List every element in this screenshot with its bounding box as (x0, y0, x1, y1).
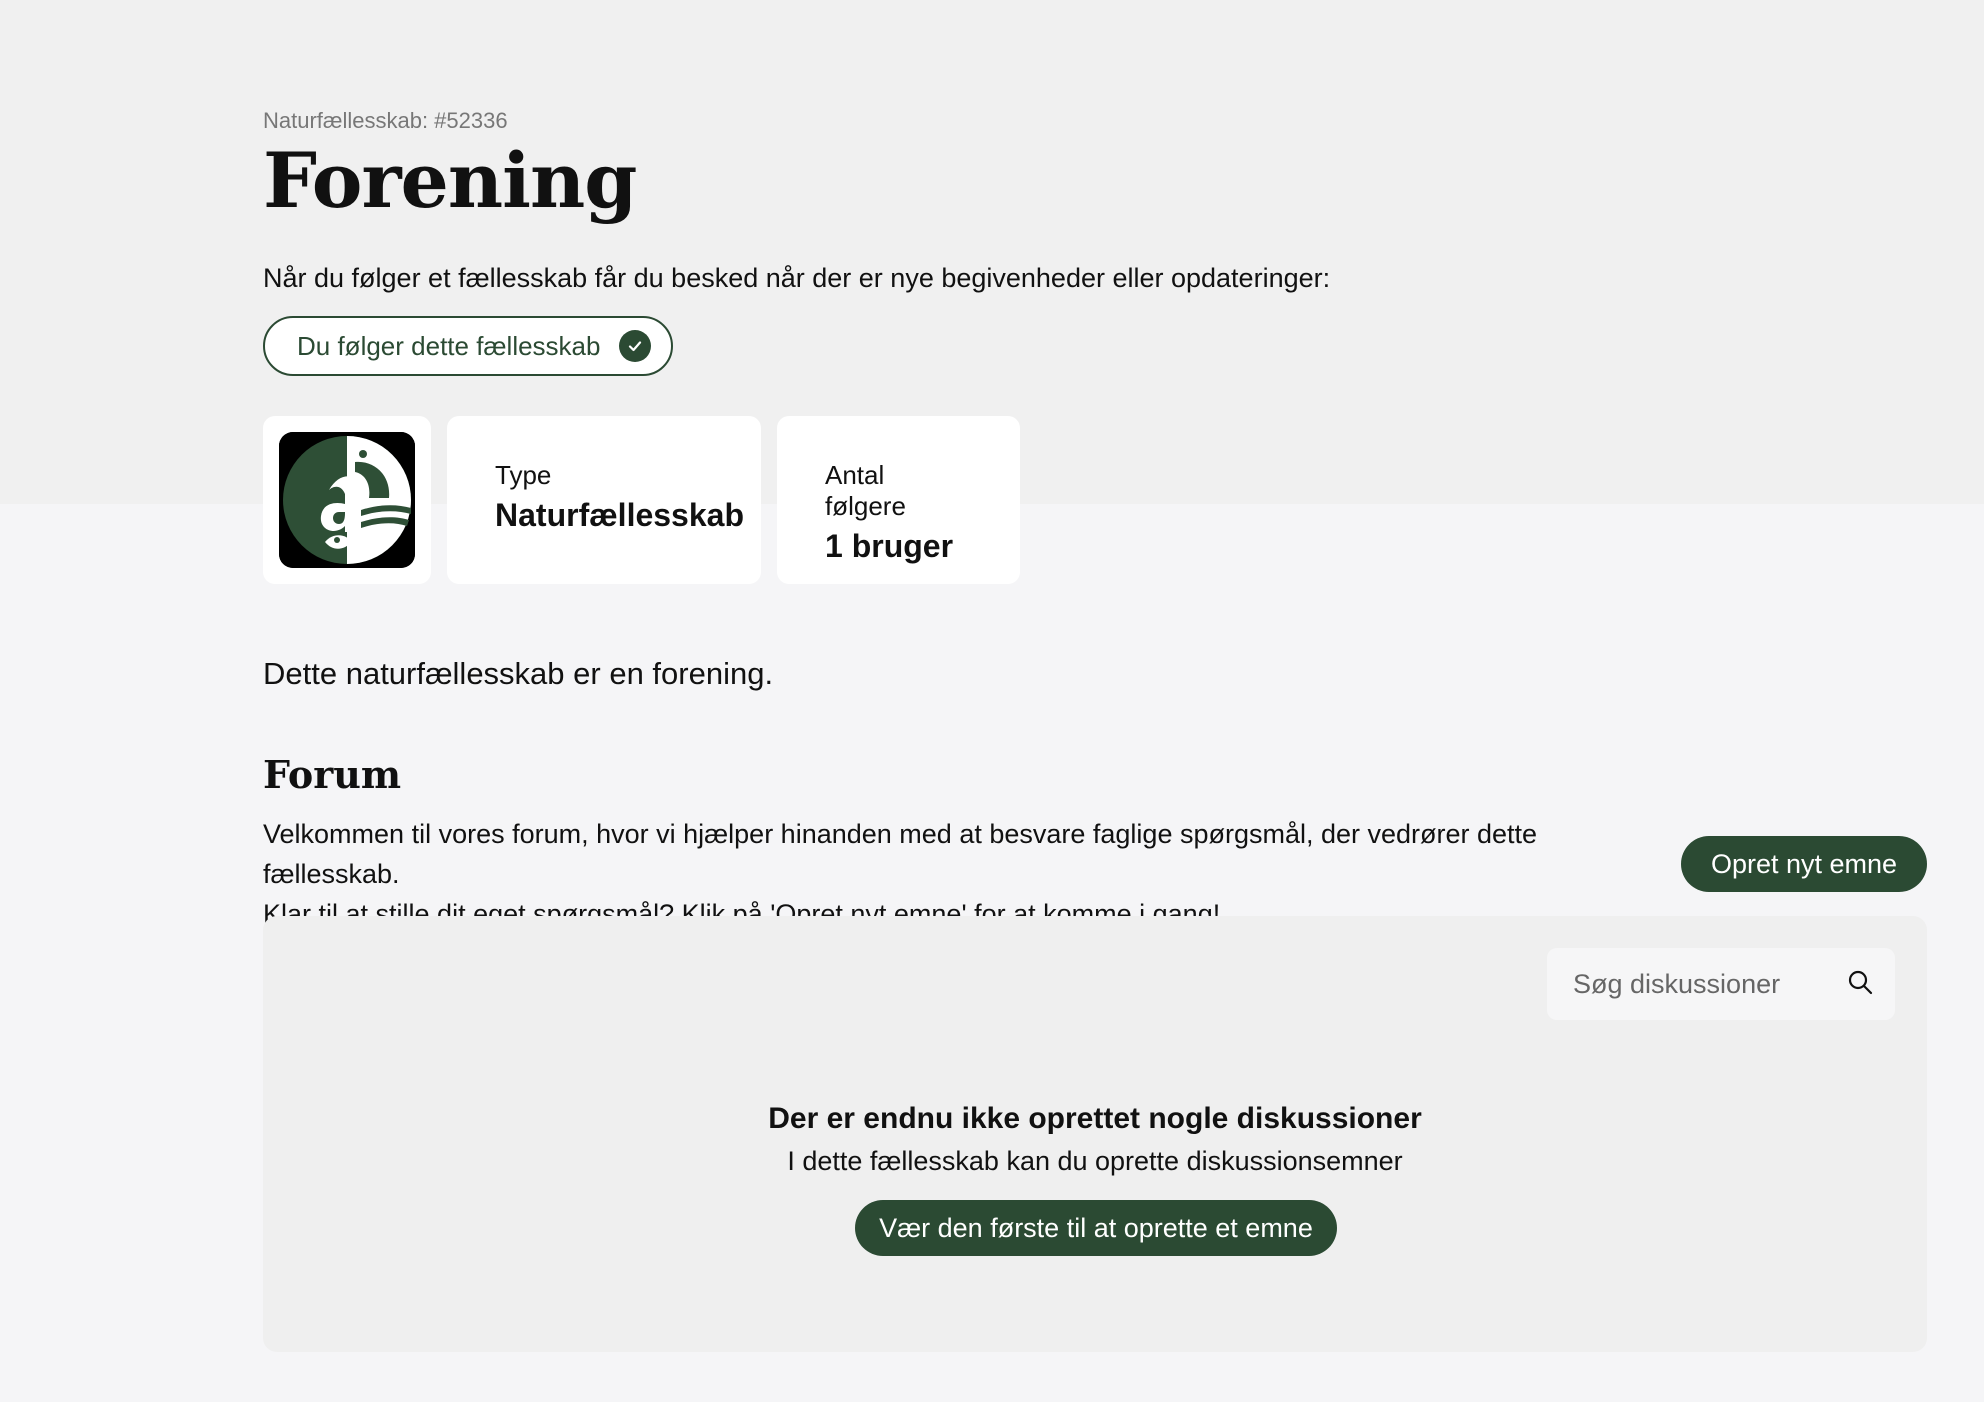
forum-intro-line-1: Velkommen til vores forum, hvor vi hjælp… (263, 819, 1538, 889)
type-label: Type (495, 460, 552, 490)
create-first-topic-button[interactable]: Vær den første til at oprette et emne (855, 1200, 1337, 1256)
forum-panel: Der er endnu ikke oprettet nogle diskuss… (263, 916, 1927, 1352)
follow-description: Når du følger et fællesskab får du beske… (263, 263, 1331, 293)
search-icon[interactable] (1847, 969, 1873, 1000)
breadcrumb: Naturfællesskab: #52336 (263, 108, 508, 133)
search-input[interactable] (1573, 968, 1833, 1000)
forum-title: Forum (263, 752, 402, 797)
page-title: Forening (263, 136, 637, 225)
new-topic-button[interactable]: Opret nyt emne (1681, 836, 1927, 892)
community-logo (279, 432, 415, 568)
type-card: Type Naturfællesskab (447, 416, 761, 584)
search-box[interactable] (1547, 948, 1895, 1020)
type-value: Naturfællesskab (495, 497, 744, 533)
info-cards: Type Naturfællesskab Antal følgere 1 bru… (263, 416, 1020, 584)
logo-card (263, 416, 431, 584)
followers-value: 1 bruger (825, 528, 954, 564)
followers-card: Antal følgere 1 bruger (777, 416, 1020, 584)
empty-state-title: Der er endnu ikke oprettet nogle diskuss… (768, 1102, 1422, 1135)
follow-toggle-button[interactable]: Du følger dette fællesskab (263, 316, 673, 376)
check-icon (619, 330, 651, 362)
community-description: Dette naturfællesskab er en forening. (263, 656, 774, 691)
follow-button-label: Du følger dette fællesskab (297, 330, 601, 361)
followers-label: Antal følgere (825, 460, 906, 521)
empty-state-subtitle: I dette fællesskab kan du oprette diskus… (787, 1146, 1403, 1176)
